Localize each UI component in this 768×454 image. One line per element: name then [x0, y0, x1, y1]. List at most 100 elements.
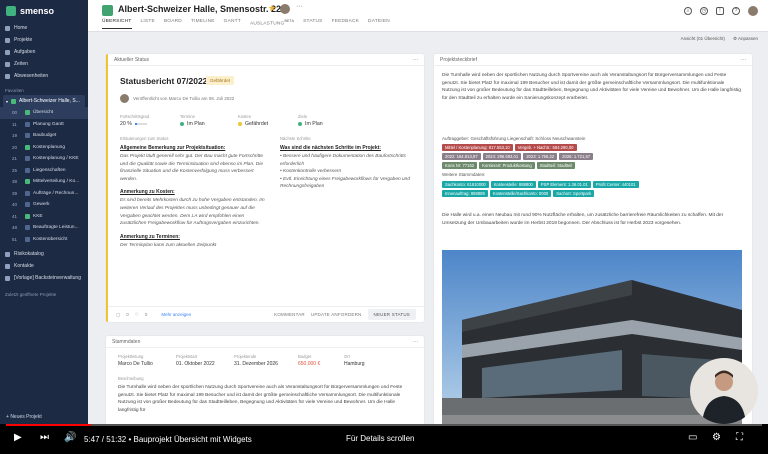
project-view-item[interactable]: 21 Kostenplanung / KKE: [0, 153, 88, 165]
nav-item[interactable]: Home: [0, 22, 88, 34]
favorite-star-icon[interactable]: ★: [268, 3, 276, 14]
nav-item[interactable]: Abwesenheiten: [0, 70, 88, 82]
status-dot-icon: [238, 122, 242, 126]
scroll-hint[interactable]: Für Details scrollen: [346, 434, 414, 443]
project-view-item[interactable]: 39 Aufträge / Rechnun...: [0, 188, 88, 200]
extra-nav-item[interactable]: Kontakte: [0, 260, 88, 272]
logo[interactable]: smenso: [0, 0, 88, 22]
project-view-item[interactable]: 38 Mittelverteilung / Ko...: [0, 176, 88, 188]
more-options-icon[interactable]: ···: [296, 3, 303, 10]
project-view-item[interactable]: 19 Baubudget: [0, 130, 88, 142]
tab-label: DATEIEN: [368, 19, 390, 24]
project-view-item[interactable]: 11 Planung Gantt: [0, 119, 88, 131]
field-label: Budget: [298, 354, 312, 359]
view-icon: [25, 213, 30, 219]
tab-auslastung[interactable]: AUSLASTUNGBETA: [250, 19, 294, 29]
project-view-item[interactable]: 40 Gewerk: [0, 199, 88, 211]
settings-icon[interactable]: ⚙: [712, 432, 721, 443]
info-chip: Profit Center: 440101: [592, 181, 639, 188]
comment-button[interactable]: KOMMENTAR: [274, 312, 305, 317]
field-label: Projektleitung: [118, 354, 144, 359]
project-view-number: 11: [12, 121, 17, 127]
timer-icon[interactable]: ◷: [700, 7, 708, 15]
nav-icon: [5, 73, 10, 79]
request-update-button[interactable]: UPDATE ANFORDERN: [311, 312, 362, 317]
published-info: Veröffentlicht von Marco De Tullio am 08…: [120, 94, 234, 103]
widget-menu-icon[interactable]: ···: [741, 57, 746, 63]
search-icon[interactable]: ⌕: [684, 7, 692, 15]
widget-menu-icon[interactable]: ···: [413, 339, 418, 345]
info-chip: Mittel / Kostenplanung: 817.553,10: [442, 144, 513, 151]
comment-icon[interactable]: ▢: [116, 312, 120, 318]
project-view-number: 19: [12, 133, 18, 139]
project-profile-header: Projektsteckbrief ···: [434, 54, 752, 66]
tab-dateien[interactable]: DATEIEN: [368, 19, 390, 29]
kpi-label: Termine: [180, 114, 195, 119]
tab-timeline[interactable]: TIMELINE: [191, 19, 215, 29]
project-view-item[interactable]: 51 Kostenübersicht: [0, 234, 88, 246]
tab-feedback[interactable]: FEEDBACK: [332, 19, 359, 29]
like-icon[interactable]: ♡: [135, 312, 139, 318]
tab-board[interactable]: BOARD: [164, 19, 182, 29]
project-view-item[interactable]: 00 Übersicht: [0, 107, 88, 119]
project-view-label: Kostenplanung: [33, 144, 66, 150]
info-chip: 2023: 1.758,22: [523, 153, 558, 160]
tab-status[interactable]: STATUS: [303, 19, 322, 29]
nav-item[interactable]: Aufgaben: [0, 46, 88, 58]
project-view-label: Kostenübersicht: [33, 236, 68, 242]
collapse-caret-icon[interactable]: ▾: [6, 99, 8, 104]
project-view-number: 20: [12, 144, 18, 150]
help-icon[interactable]: ?: [732, 7, 740, 15]
nav-icon: [5, 251, 10, 257]
new-project-button[interactable]: + Neues Projekt: [6, 414, 42, 420]
recent-projects-toggle[interactable]: Zuletzt geöffnete Projekte: [0, 284, 88, 299]
play-icon[interactable]: ▶: [14, 432, 22, 443]
presenter-webcam: [690, 358, 758, 424]
extra-nav-item[interactable]: [Vorlage] Backsteinverwaltung: [0, 272, 88, 284]
kpi-label: Kosten: [238, 114, 252, 119]
favorite-project[interactable]: ▾ Albert-Schweizer Halle, S...: [3, 95, 85, 107]
view-icon: [25, 144, 30, 150]
tab-liste[interactable]: LISTE: [141, 19, 155, 29]
nav-icon: [5, 49, 10, 55]
tab-gantt[interactable]: GANTT: [224, 19, 241, 29]
project-view-item[interactable]: 20 Kostenplanung: [0, 142, 88, 154]
subtitles-icon[interactable]: ▭: [688, 432, 697, 443]
app-window: smenso Home Projekte Aufgaben Zeiten Abwesen…: [0, 0, 768, 424]
volume-icon[interactable]: 🔊: [64, 432, 76, 443]
kpi-label: Ziele: [298, 114, 308, 119]
nav-item[interactable]: Zeiten: [0, 58, 88, 70]
field-label: Projektende: [234, 354, 257, 359]
customize-button[interactable]: ⚙ Anpassen: [733, 36, 758, 42]
project-view-item[interactable]: 25 Liegenschaften: [0, 165, 88, 177]
project-view-item[interactable]: 48 Beauftragte Leistun...: [0, 222, 88, 234]
kpi-value-text: Im Plan: [187, 121, 205, 127]
show-more-link[interactable]: Mehr anzeigen: [161, 312, 191, 317]
status-note-block: Anmerkung zu Kosten: Es sind bereits Mehr…: [120, 189, 270, 227]
chip-row-2: 2022: 164.913,87 2024: 296.693,01 2023: 1.…: [442, 153, 742, 160]
next-icon[interactable]: ⏭: [40, 432, 49, 443]
video-chapter[interactable]: • Bauprojekt Übersicht mit Widgets: [129, 435, 252, 444]
project-view-number: 48: [12, 225, 18, 231]
extra-nav-item[interactable]: Risikokatalog: [0, 248, 88, 260]
project-view-item[interactable]: 41 KKE: [0, 211, 88, 223]
field-value: Marco De Tullio: [118, 361, 153, 367]
master-data-field: Budget 650.000 €: [298, 354, 320, 367]
nav-item[interactable]: Projekte: [0, 34, 88, 46]
project-owner-avatar[interactable]: [280, 4, 290, 14]
user-avatar[interactable]: [748, 6, 758, 16]
view-icon: [25, 156, 30, 162]
new-status-button[interactable]: NEUER STATUS: [367, 309, 416, 320]
view-selector[interactable]: Ansicht (01 Übersicht): [681, 36, 725, 42]
chip-row-4: Sachkonto: 61610000 Kostenstelle: 888800 P…: [442, 181, 742, 188]
notifications-icon[interactable]: !: [716, 7, 724, 15]
logo-text: smenso: [20, 6, 55, 16]
project-view-number: 00: [12, 110, 18, 116]
next-step-item: • Evtl. Einrichtung eines Freigabeworkfl…: [280, 176, 420, 191]
kpi-value-text: Gefährdet: [245, 121, 269, 127]
fullscreen-icon[interactable]: ⛶: [736, 432, 743, 443]
video-progress-bar[interactable]: [6, 424, 762, 426]
tab-übersicht[interactable]: ÜBERSICHT: [102, 19, 132, 29]
widget-menu-icon[interactable]: ···: [413, 57, 418, 63]
project-view-number: 21: [12, 156, 18, 162]
